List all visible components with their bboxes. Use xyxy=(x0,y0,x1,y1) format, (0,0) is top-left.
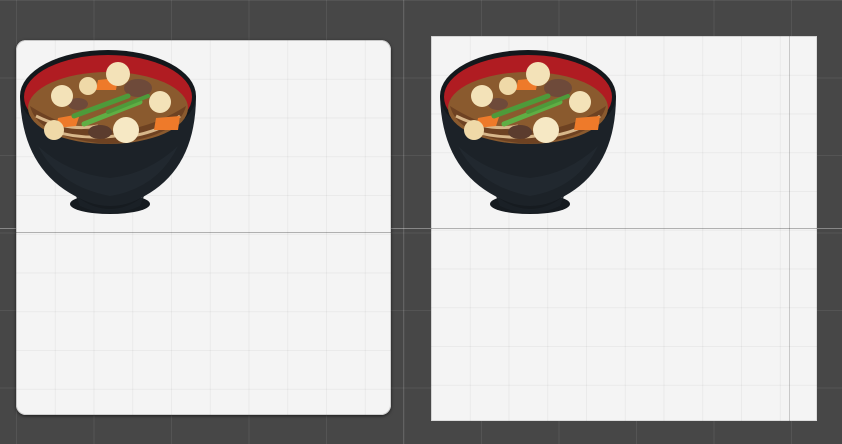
image-panel-simple[interactable] xyxy=(431,36,817,421)
panel-vertical-line xyxy=(789,36,790,421)
image-panel-sliced[interactable] xyxy=(16,40,391,415)
panel-center-line xyxy=(16,232,391,233)
soup-bowl-icon xyxy=(440,50,616,214)
scene-vertical-axis xyxy=(403,0,404,444)
panel-center-line xyxy=(431,228,817,229)
soup-bowl-icon xyxy=(20,50,196,214)
